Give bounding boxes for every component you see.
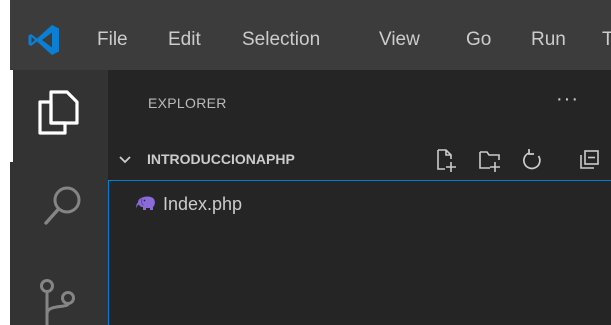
menu-view[interactable]: View — [379, 27, 420, 53]
menu-file[interactable]: File — [97, 27, 128, 53]
explorer-title: EXPLORER — [148, 95, 227, 111]
menu-terminal[interactable]: T — [602, 27, 611, 53]
more-actions-button[interactable]: ··· — [556, 88, 579, 111]
source-control-icon[interactable] — [38, 276, 84, 325]
menu-go[interactable]: Go — [466, 27, 491, 53]
menu-run[interactable]: Run — [531, 27, 566, 53]
php-elephant-icon — [136, 196, 155, 210]
folder-name[interactable]: INTRODUCCIONAPHP — [147, 151, 295, 167]
new-file-icon[interactable] — [434, 147, 458, 173]
menu-edit[interactable]: Edit — [168, 27, 201, 53]
refresh-icon[interactable] — [520, 147, 544, 173]
new-folder-icon[interactable] — [478, 147, 502, 173]
collapse-all-icon[interactable] — [577, 147, 601, 173]
window-edge — [0, 0, 10, 325]
search-icon[interactable] — [42, 183, 84, 229]
menu-selection[interactable]: Selection — [242, 27, 320, 53]
active-indicator — [10, 70, 13, 162]
vscode-logo-icon — [28, 25, 59, 55]
file-name[interactable]: Index.php — [163, 193, 242, 215]
explorer-icon[interactable] — [36, 88, 82, 136]
chevron-down-icon[interactable] — [118, 153, 132, 167]
